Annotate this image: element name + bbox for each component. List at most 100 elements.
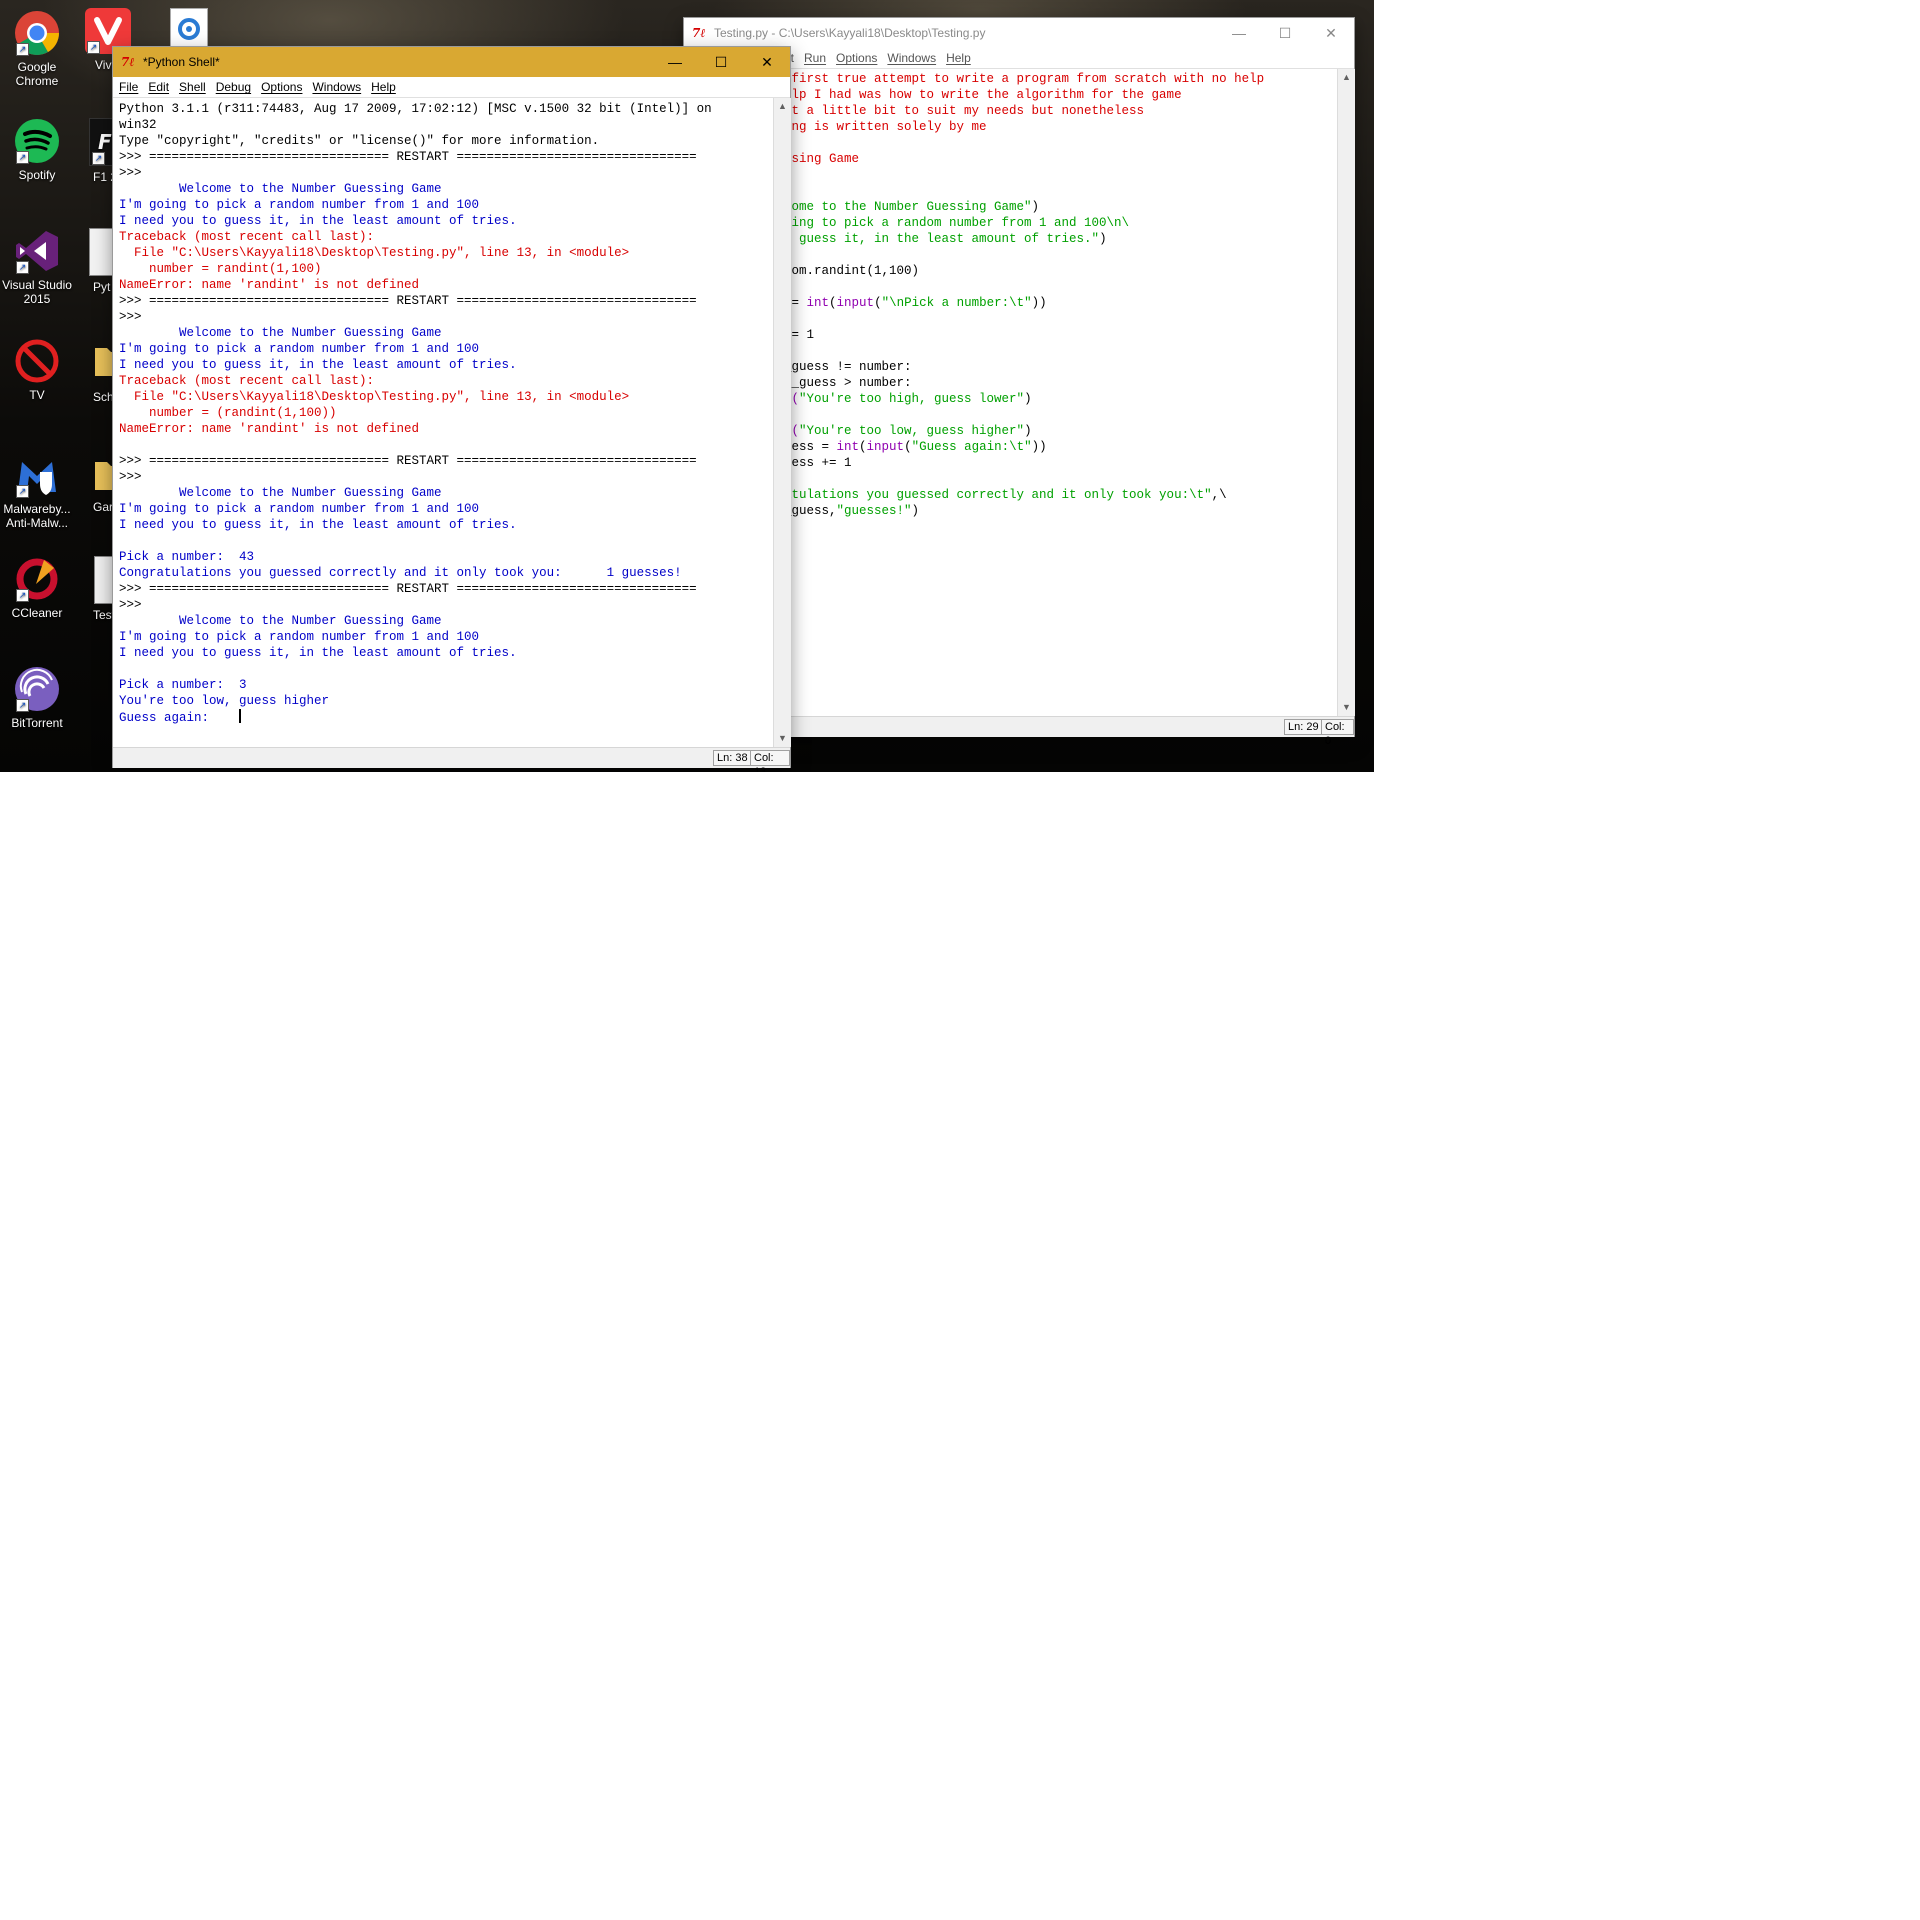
minimize-button[interactable]: —: [652, 47, 698, 77]
shell-output: Python 3.1.1 (r311:74483, Aug 17 2009, 1…: [119, 101, 712, 726]
shell-line: >>> ================================ RES…: [119, 293, 712, 309]
shell-line: I'm going to pick a random number from 1…: [119, 341, 712, 357]
scroll-up-arrow-icon[interactable]: ▲: [774, 98, 791, 115]
menu-file[interactable]: File: [119, 80, 138, 94]
desktop-icon-ccleaner[interactable]: ↗ CCleaner: [0, 556, 75, 620]
shell-line-text: number = (randint(1,100)): [119, 406, 337, 420]
code-line: r_guess > number:: [784, 375, 1264, 391]
shell-line: Welcome to the Number Guessing Game: [119, 181, 712, 197]
close-button[interactable]: ✕: [1308, 18, 1354, 48]
menu-shell[interactable]: Shell: [179, 80, 206, 94]
code-token: input: [866, 440, 905, 454]
code-token: (: [874, 296, 882, 310]
editor-code: first true attempt to write a program fr…: [784, 71, 1264, 519]
editor-scrollbar[interactable]: ▲ ▼: [1337, 69, 1355, 716]
menu-windows[interactable]: Windows: [887, 51, 936, 65]
code-token: int: [806, 296, 830, 310]
desktop-icon-malwarebytes[interactable]: ↗ Malwareby... Anti-Malw...: [0, 452, 75, 530]
code-token: "You're too low, guess higher": [799, 424, 1025, 438]
desktop-icon-label-partial: Test: [93, 608, 116, 622]
desktop-icon-label-partial: Sch: [93, 390, 114, 404]
shell-line: NameError: name 'randint' is not defined: [119, 277, 712, 293]
shell-line: Congratulations you guessed correctly an…: [119, 565, 712, 581]
shell-statusbar: Ln: 38 Col: 13: [113, 747, 790, 772]
spotify-icon: ↗: [14, 118, 60, 164]
code-token: uess += 1: [784, 456, 852, 470]
code-line: oing to pick a random number from 1 and …: [784, 215, 1264, 231]
desktop-icon-label: Spotify: [18, 168, 56, 182]
bittorrent-icon: ↗: [14, 666, 60, 712]
scroll-down-arrow-icon[interactable]: ▼: [1338, 699, 1355, 716]
code-token: ing is written solely by me: [784, 120, 987, 134]
menu-help[interactable]: Help: [371, 80, 396, 94]
code-line: _guess,"guesses!"): [784, 503, 1264, 519]
shell-line-text: File "C:\Users\Kayyali18\Desktop\Testing…: [119, 246, 630, 260]
shell-line-text: I'm going to pick a random number from 1…: [119, 342, 480, 356]
shell-line-text: I'm going to pick a random number from 1…: [119, 502, 480, 516]
shell-scrollbar[interactable]: ▲ ▼: [773, 98, 791, 747]
visual-studio-icon: ↗: [14, 228, 60, 274]
maximize-button[interactable]: ☐: [698, 47, 744, 77]
shell-line: Welcome to the Number Guessing Game: [119, 613, 712, 629]
shell-line-text: Welcome to the Number Guessing Game: [119, 326, 442, 340]
desktop-icon-bittorrent[interactable]: ↗ BitTorrent: [0, 666, 75, 730]
editor-titlebar[interactable]: 7ℓ Testing.py - C:\Users\Kayyali18\Deskt…: [684, 18, 1354, 48]
desktop-icon-spotify[interactable]: ↗ Spotify: [0, 118, 75, 182]
desktop-icon-visual-studio[interactable]: ↗ Visual Studio 2015: [0, 228, 75, 306]
minimize-button[interactable]: —: [1216, 18, 1262, 48]
shell-line: win32: [119, 117, 712, 133]
code-line: uess += 1: [784, 455, 1264, 471]
code-token: ,\: [1211, 488, 1227, 502]
line-number: Ln: 29: [1284, 719, 1323, 735]
shell-line-text: Pick a number: 43: [119, 550, 255, 564]
shell-line: >>>: [119, 165, 712, 181]
scroll-up-arrow-icon[interactable]: ▲: [1338, 69, 1355, 86]
editor-title: Testing.py - C:\Users\Kayyali18\Desktop\…: [714, 26, 986, 40]
desktop-icon-chrome[interactable]: ↗ Google Chrome: [0, 10, 75, 88]
tk-logo-icon: 7ℓ: [692, 26, 706, 40]
code-line: it a little bit to suit my needs but non…: [784, 103, 1264, 119]
desktop-icon-tv[interactable]: TV: [0, 338, 75, 402]
shell-line: I'm going to pick a random number from 1…: [119, 501, 712, 517]
scroll-down-arrow-icon[interactable]: ▼: [774, 730, 791, 747]
shell-line-text: Traceback (most recent call last):: [119, 374, 375, 388]
shell-line-text: Welcome to the Number Guessing Game: [119, 614, 442, 628]
code-line: ssing Game: [784, 151, 1264, 167]
menu-debug[interactable]: Debug: [216, 80, 251, 94]
code-line: t("You're too high, guess lower"): [784, 391, 1264, 407]
code-token: )): [1031, 440, 1047, 454]
menu-options[interactable]: Options: [261, 80, 302, 94]
menu-help[interactable]: Help: [946, 51, 971, 65]
shell-line-text: >>> ================================ RES…: [119, 294, 697, 308]
shell-line: I need you to guess it, in the least amo…: [119, 213, 712, 229]
code-line: = 1: [784, 327, 1264, 343]
menu-windows[interactable]: Windows: [312, 80, 361, 94]
code-token: it a little bit to suit my needs but non…: [784, 104, 1145, 118]
shell-line-text: >>>: [119, 470, 142, 484]
code-line: uess = int(input("Guess again:\t")): [784, 439, 1264, 455]
shell-line: Traceback (most recent call last):: [119, 373, 712, 389]
shell-line-text: I'm going to pick a random number from 1…: [119, 630, 480, 644]
line-number: Ln: 38: [713, 750, 752, 766]
shell-titlebar[interactable]: 7ℓ *Python Shell* — ☐ ✕: [113, 47, 790, 77]
menu-run[interactable]: Run: [804, 51, 826, 65]
shell-line-text: Type "copyright", "credits" or "license(…: [119, 134, 600, 148]
code-line: first true attempt to write a program fr…: [784, 71, 1265, 87]
code-token: )): [1031, 296, 1047, 310]
shell-line-text: Welcome to the Number Guessing Game: [119, 486, 442, 500]
shell-window[interactable]: 7ℓ *Python Shell* — ☐ ✕ File Edit Shell …: [113, 47, 791, 772]
code-token: (: [859, 440, 867, 454]
code-token: int: [836, 440, 860, 454]
close-button[interactable]: ✕: [744, 47, 790, 77]
code-token: elp I had was how to write the algorithm…: [784, 88, 1182, 102]
shell-line: >>>: [119, 469, 712, 485]
menu-edit[interactable]: Edit: [148, 80, 169, 94]
menu-options[interactable]: Options: [836, 51, 877, 65]
code-line: come to the Number Guessing Game"): [784, 199, 1264, 215]
shell-text-area[interactable]: Python 3.1.1 (r311:74483, Aug 17 2009, 1…: [113, 98, 773, 747]
shell-line-text: win32: [119, 118, 157, 132]
maximize-button[interactable]: ☐: [1262, 18, 1308, 48]
shell-line-text: Guess again:: [119, 711, 240, 725]
